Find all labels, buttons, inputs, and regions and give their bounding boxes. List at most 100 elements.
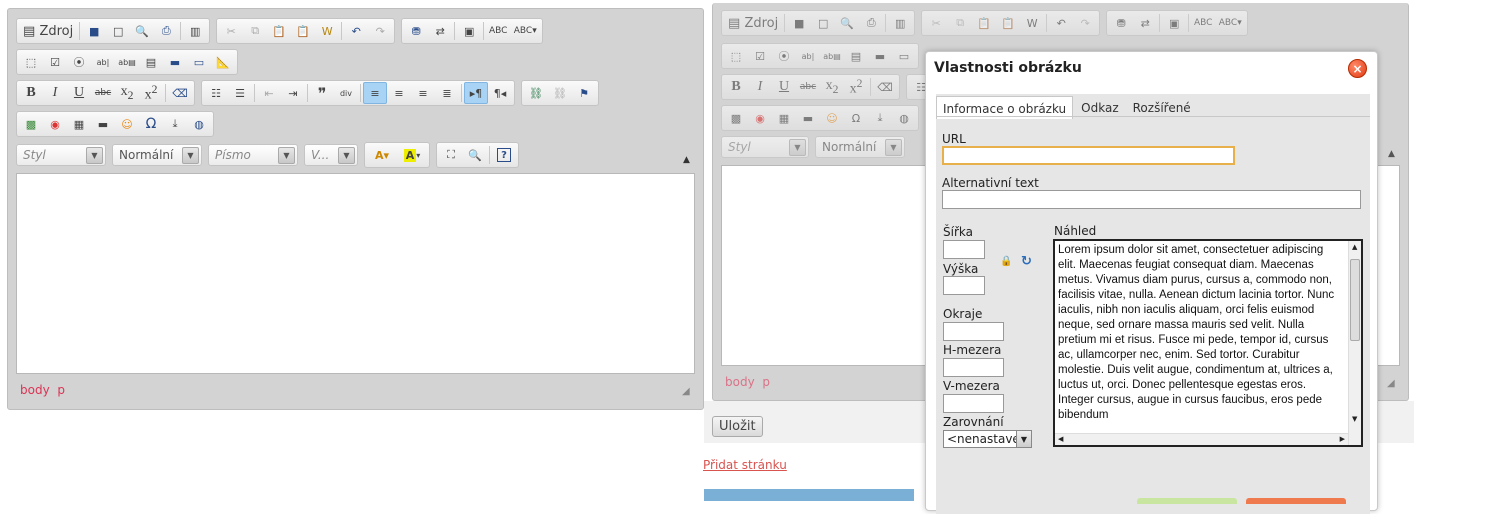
italic-button[interactable]: I bbox=[43, 82, 67, 104]
superscript-button[interactable]: x2 bbox=[139, 82, 163, 104]
preview-vertical-scrollbar[interactable]: ▲ ▼ bbox=[1348, 241, 1361, 445]
scroll-thumb[interactable] bbox=[1350, 259, 1360, 341]
textarea-button[interactable]: ab▤ bbox=[820, 45, 844, 67]
collapse-toolbar-icon[interactable]: ▲ bbox=[1388, 149, 1395, 159]
spellcheck-as-you-type-button[interactable]: ABC▾ bbox=[510, 20, 540, 42]
horizontal-rule-button[interactable]: ▬ bbox=[796, 107, 820, 129]
hspace-input[interactable] bbox=[943, 358, 1004, 377]
horizontal-rule-button[interactable]: ▬ bbox=[91, 113, 115, 135]
remove-format-button[interactable]: ⌫ bbox=[873, 76, 897, 98]
image-button-button[interactable]: ▭ bbox=[892, 45, 916, 67]
image-button-button[interactable]: ▭ bbox=[187, 51, 211, 73]
italic-button[interactable]: I bbox=[748, 76, 772, 98]
templates-button[interactable]: ▥ bbox=[888, 12, 912, 34]
redo-button[interactable]: ↷ bbox=[1073, 12, 1097, 34]
style-combo[interactable]: Styl ▼ bbox=[721, 136, 809, 158]
cut-button[interactable]: ✂ bbox=[219, 20, 243, 42]
collapse-toolbar-icon[interactable]: ▲ bbox=[683, 155, 690, 165]
bulleted-list-button[interactable]: ☰ bbox=[228, 82, 252, 104]
undo-button[interactable]: ↶ bbox=[344, 20, 368, 42]
link-button[interactable]: ⛓ bbox=[524, 82, 548, 104]
reset-size-icon[interactable]: ↻ bbox=[1021, 254, 1032, 269]
checkbox-button[interactable]: ☑ bbox=[748, 45, 772, 67]
resize-handle-icon[interactable]: ◢ bbox=[682, 386, 693, 397]
paste-text-button[interactable]: 📋 bbox=[996, 12, 1020, 34]
new-page-button[interactable]: □ bbox=[106, 20, 130, 42]
replace-button[interactable]: ⇄ bbox=[1133, 12, 1157, 34]
about-button[interactable]: ? bbox=[492, 144, 516, 166]
anchor-button[interactable]: ⚑ bbox=[572, 82, 596, 104]
text-color-button[interactable]: A▾ bbox=[367, 144, 397, 166]
paste-button[interactable]: 📋 bbox=[267, 20, 291, 42]
source-button[interactable]: ▤ Zdroj bbox=[19, 20, 77, 42]
textarea-button[interactable]: ab▤ bbox=[115, 51, 139, 73]
paste-word-button[interactable]: W bbox=[1020, 12, 1044, 34]
rtl-button[interactable]: ¶◂ bbox=[488, 82, 512, 104]
select-all-button[interactable]: ▣ bbox=[457, 20, 481, 42]
iframe-button[interactable]: ◍ bbox=[187, 113, 211, 135]
image-button[interactable]: ▩ bbox=[19, 113, 43, 135]
form-button[interactable]: ⬚ bbox=[19, 51, 43, 73]
blockquote-button[interactable]: ❞ bbox=[310, 82, 334, 104]
scroll-up-icon[interactable]: ▲ bbox=[1352, 243, 1357, 251]
bg-color-button[interactable]: A ▾ bbox=[397, 144, 427, 166]
select-button[interactable]: ▤ bbox=[139, 51, 163, 73]
flash-button[interactable]: ◉ bbox=[748, 107, 772, 129]
form-button[interactable]: ⬚ bbox=[724, 45, 748, 67]
numbered-list-button[interactable]: ☷ bbox=[204, 82, 228, 104]
format-combo[interactable]: Normální ▼ bbox=[815, 136, 905, 158]
save-button[interactable]: ■ bbox=[787, 12, 811, 34]
save-page-button[interactable]: Uložit bbox=[712, 416, 763, 437]
cut-button[interactable]: ✂ bbox=[924, 12, 948, 34]
paste-text-button[interactable]: 📋 bbox=[291, 20, 315, 42]
flash-button[interactable]: ◉ bbox=[43, 113, 67, 135]
width-input[interactable] bbox=[943, 240, 985, 259]
font-combo[interactable]: Písmo ▼ bbox=[208, 144, 298, 166]
radio-button[interactable]: ⦿ bbox=[772, 45, 796, 67]
new-page-button[interactable]: □ bbox=[811, 12, 835, 34]
scroll-down-icon[interactable]: ▼ bbox=[1352, 415, 1357, 423]
outdent-button[interactable]: ⇤ bbox=[257, 82, 281, 104]
textfield-button[interactable]: ab| bbox=[796, 45, 820, 67]
create-div-button[interactable]: div bbox=[334, 82, 358, 104]
templates-button[interactable]: ▥ bbox=[183, 20, 207, 42]
subscript-button[interactable]: x2 bbox=[115, 82, 139, 104]
page-break-button[interactable]: ⤓ bbox=[868, 107, 892, 129]
paste-word-button[interactable]: W bbox=[315, 20, 339, 42]
select-all-button[interactable]: ▣ bbox=[1162, 12, 1186, 34]
style-combo[interactable]: Styl ▼ bbox=[16, 144, 106, 166]
spellcheck-button[interactable]: ABC bbox=[486, 20, 510, 42]
vspace-input[interactable] bbox=[943, 394, 1004, 413]
align-left-button[interactable]: ≡ bbox=[363, 82, 387, 104]
button-button[interactable]: ▬ bbox=[868, 45, 892, 67]
print-button[interactable]: ⎙ bbox=[859, 12, 883, 34]
bold-button[interactable]: B bbox=[724, 76, 748, 98]
url-input[interactable] bbox=[942, 146, 1235, 165]
special-char-button[interactable]: Ω bbox=[844, 107, 868, 129]
button-button[interactable]: ▬ bbox=[163, 51, 187, 73]
path-p[interactable]: p bbox=[57, 383, 65, 397]
smiley-button[interactable]: ☺ bbox=[820, 107, 844, 129]
hidden-field-button[interactable]: 📐 bbox=[211, 51, 235, 73]
undo-button[interactable]: ↶ bbox=[1049, 12, 1073, 34]
border-input[interactable] bbox=[943, 322, 1004, 341]
select-button[interactable]: ▤ bbox=[844, 45, 868, 67]
smiley-button[interactable]: ☺ bbox=[115, 113, 139, 135]
copy-button[interactable]: ⧉ bbox=[948, 12, 972, 34]
path-body[interactable]: body bbox=[725, 375, 755, 389]
strike-button[interactable]: abc bbox=[91, 82, 115, 104]
scroll-right-icon[interactable]: ▶ bbox=[1340, 435, 1345, 443]
paste-button[interactable]: 📋 bbox=[972, 12, 996, 34]
show-blocks-button[interactable]: 🔍 bbox=[463, 144, 487, 166]
maximize-button[interactable]: ⛶ bbox=[439, 144, 463, 166]
replace-button[interactable]: ⇄ bbox=[428, 20, 452, 42]
find-button[interactable]: ⛃ bbox=[404, 20, 428, 42]
radio-button[interactable]: ⦿ bbox=[67, 51, 91, 73]
strike-button[interactable]: abc bbox=[796, 76, 820, 98]
find-button[interactable]: ⛃ bbox=[1109, 12, 1133, 34]
ltr-button[interactable]: ▸¶ bbox=[464, 82, 488, 104]
editor-content-area[interactable] bbox=[16, 173, 695, 374]
textfield-button[interactable]: ab| bbox=[91, 51, 115, 73]
print-button[interactable]: ⎙ bbox=[154, 20, 178, 42]
alt-text-input[interactable] bbox=[942, 190, 1361, 209]
